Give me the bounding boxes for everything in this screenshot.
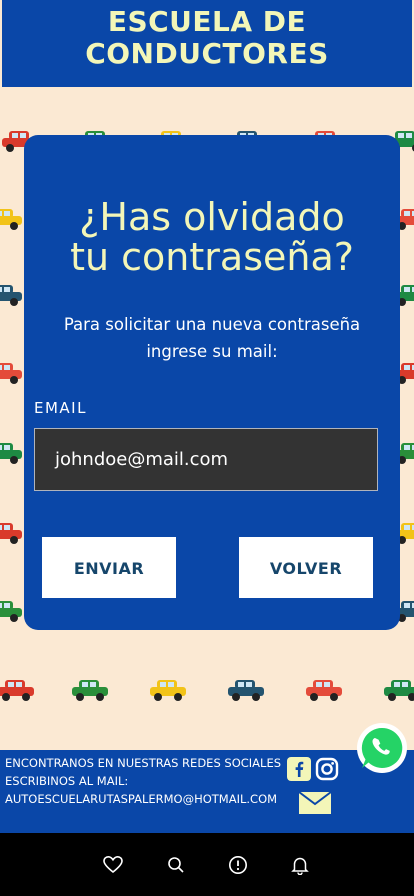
page-title: ¿Has olvidado tu contraseña? [24,197,400,277]
car-icon [0,443,22,464]
car-icon [228,680,264,701]
car-icon [150,680,186,701]
heart-icon[interactable] [103,855,123,875]
page-title-line1: ¿Has olvidado [79,195,345,239]
bottom-navigation [0,833,414,896]
car-icon [0,209,22,230]
mail-icon[interactable] [298,791,332,815]
social-text: ENCONTRANOS EN NUESTRAS REDES SOCIALES [5,756,282,770]
forgot-password-card: ¿Has olvidado tu contraseña? Para solici… [24,135,400,630]
car-icon [306,680,342,701]
info-icon[interactable] [228,855,248,875]
whatsapp-icon[interactable] [356,722,408,774]
site-footer: ENCONTRANOS EN NUESTRAS REDES SOCIALES E… [0,750,414,833]
mail-address[interactable]: AUTOESCUELARUTASPALERMO@HOTMAIL.COM [5,792,277,806]
search-icon[interactable] [166,855,186,875]
car-icon [0,680,34,701]
back-button[interactable]: VOLVER [239,537,373,598]
car-icon [0,523,22,544]
send-button[interactable]: ENVIAR [42,537,176,598]
car-icon [0,363,22,384]
instructions-text: Para solicitar una nueva contraseña ingr… [63,315,361,361]
email-label: EMAIL [34,399,87,417]
instagram-icon[interactable] [315,757,339,781]
facebook-icon[interactable] [287,757,311,781]
car-icon [0,285,22,306]
car-icon [384,680,414,701]
car-icon [0,601,22,622]
page-title-line2: tu contraseña? [70,235,354,279]
mail-prompt: ESCRIBINOS AL MAIL: [5,774,129,788]
car-icon [72,680,108,701]
bell-icon[interactable] [290,855,310,875]
email-field[interactable]: johndoe@mail.com [34,428,378,491]
